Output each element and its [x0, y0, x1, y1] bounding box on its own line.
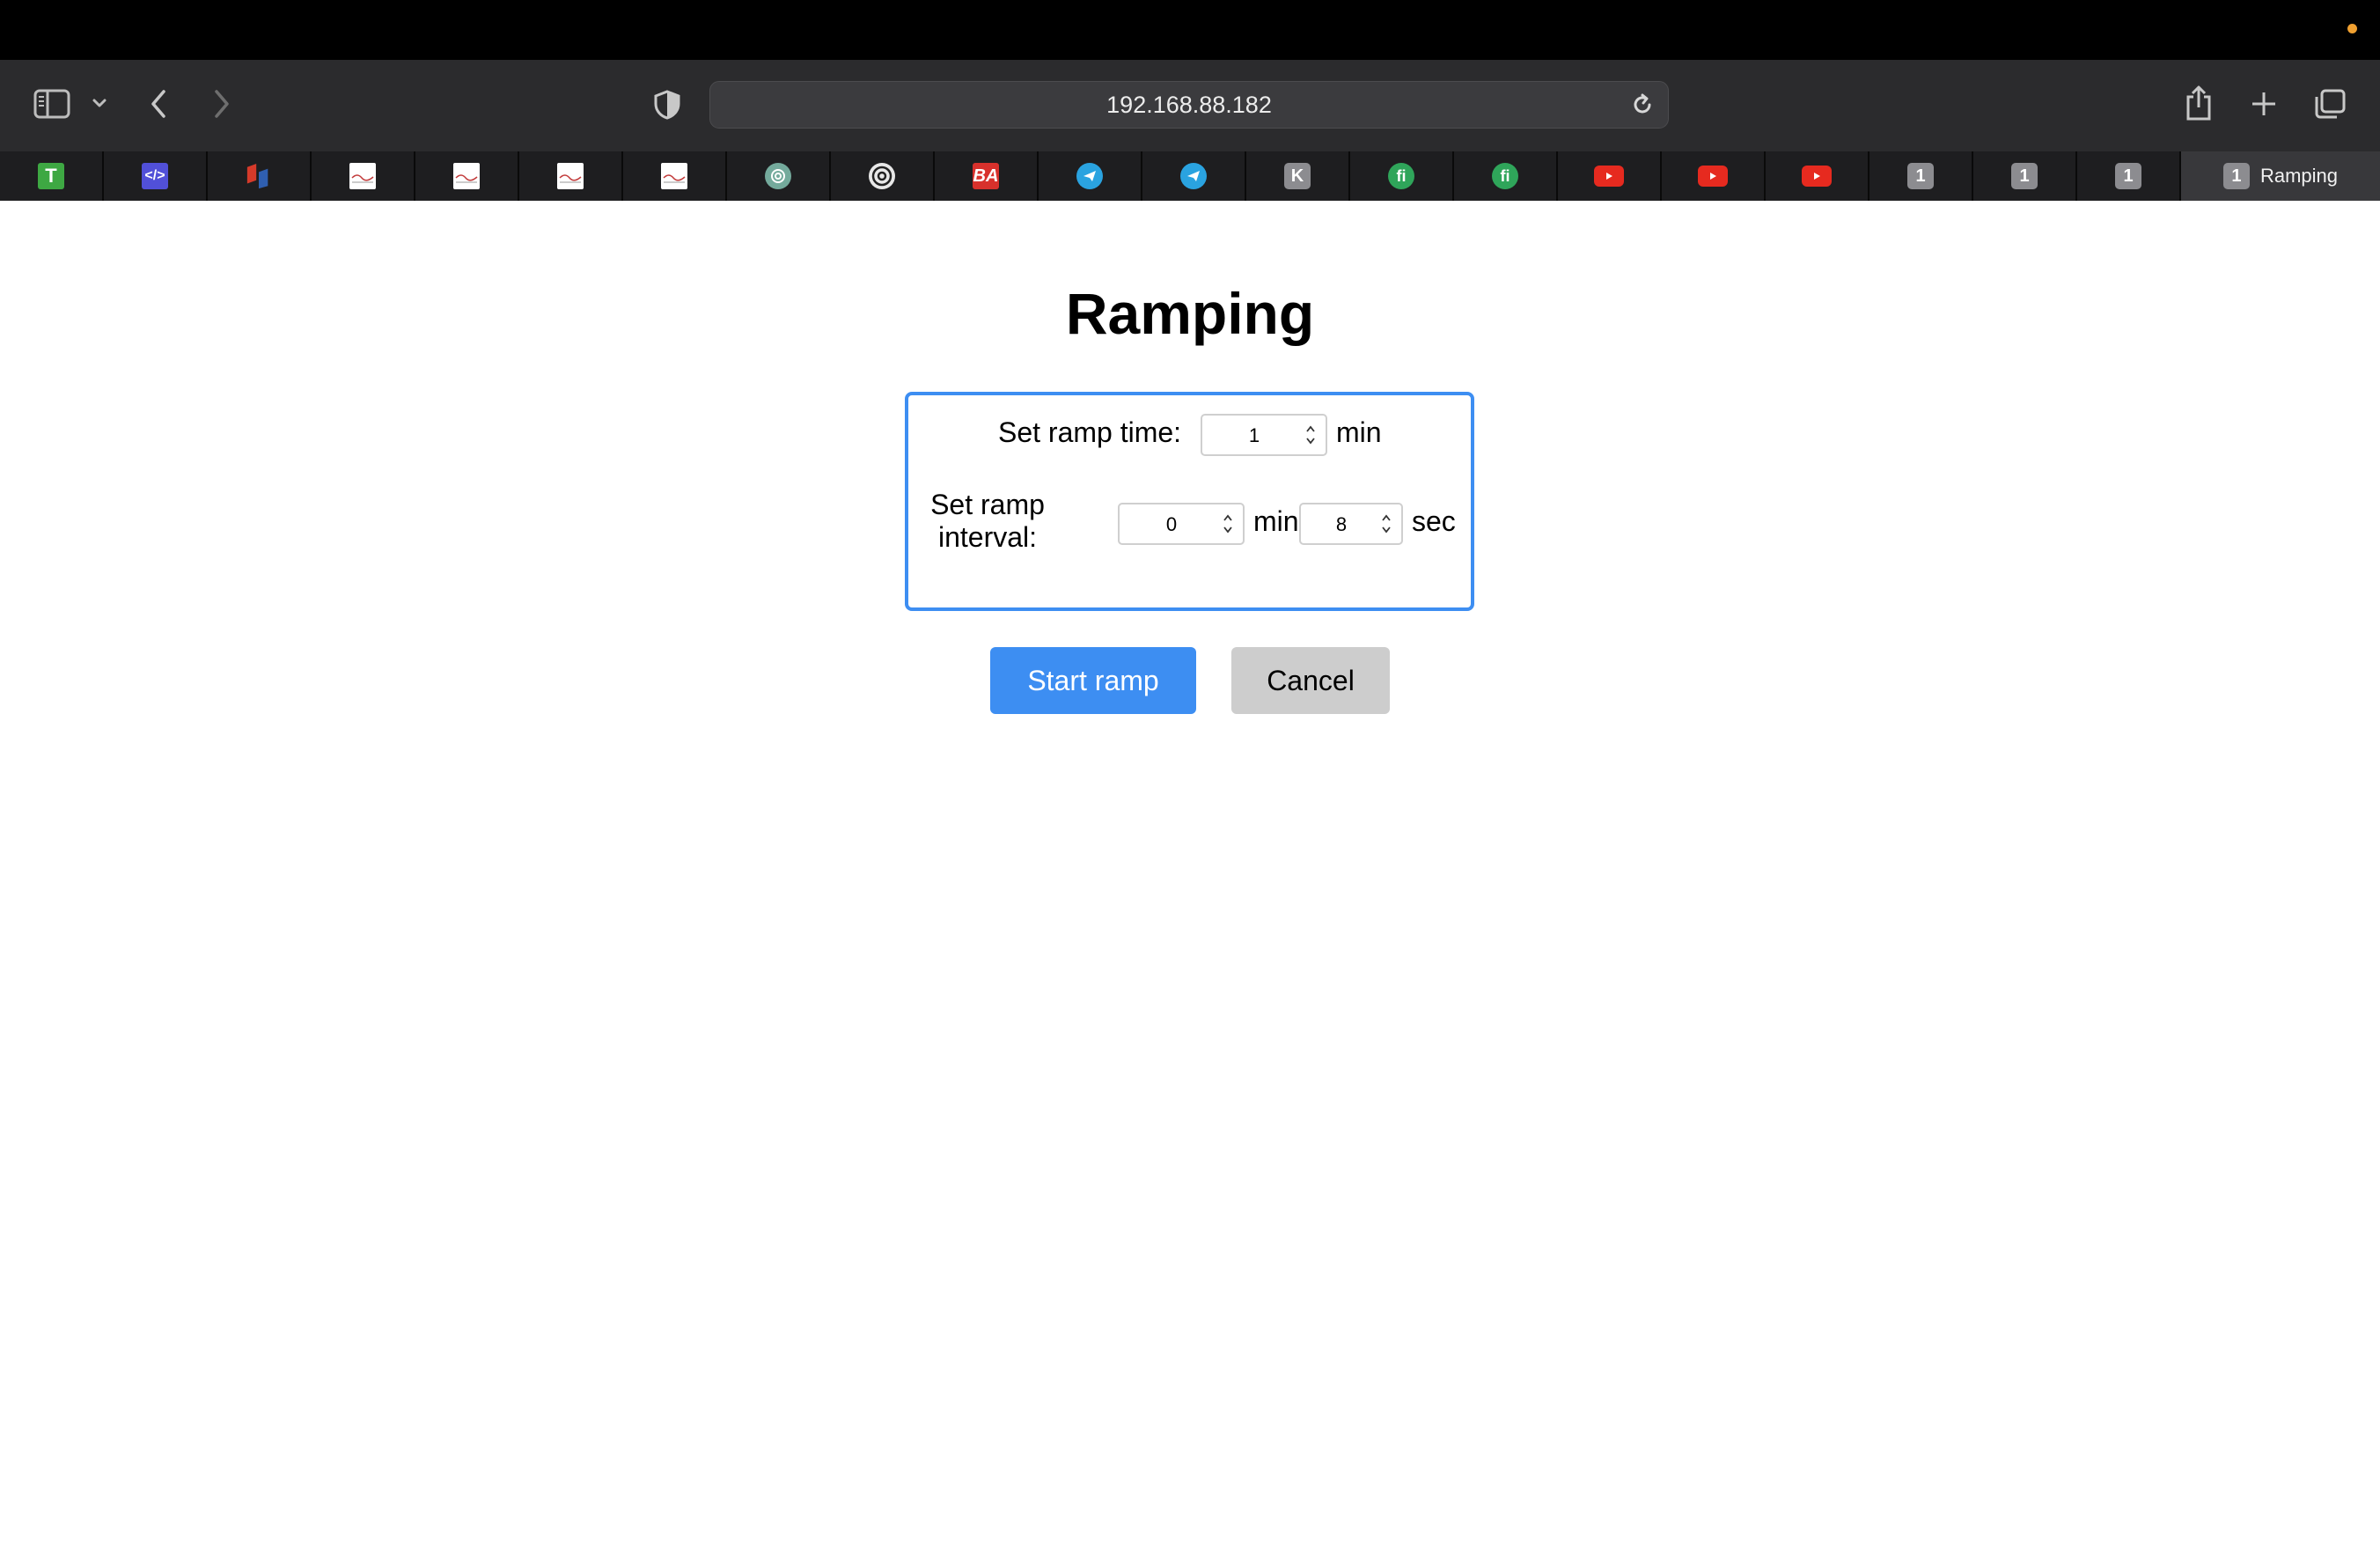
menu-bar	[0, 0, 2380, 60]
tab-at-sign[interactable]	[831, 151, 935, 201]
ramp-time-unit: min	[1336, 416, 1382, 448]
number-icon: 1	[2115, 163, 2141, 189]
ramp-interval-label-line2: interval:	[937, 521, 1038, 553]
ramp-interval-sec-input[interactable]: 8	[1299, 503, 1403, 545]
stepper-arrows-icon[interactable]	[1222, 512, 1234, 541]
tab-fi-2[interactable]: fi	[1454, 151, 1558, 201]
ba-icon: BA	[973, 163, 999, 189]
stepper-arrows-icon[interactable]	[1304, 423, 1317, 452]
ramp-interval-sec-unit: sec	[1412, 505, 1456, 537]
fi-icon: fi	[1492, 163, 1518, 189]
tab-youtube-1[interactable]	[1558, 151, 1662, 201]
ramp-settings-panel: Set ramp time: 1 min Set ramp interval: …	[905, 392, 1474, 611]
chatgpt-icon	[765, 163, 791, 189]
new-tab-plus-icon[interactable]	[2248, 88, 2280, 120]
tab-chart-1[interactable]	[312, 151, 415, 201]
telegram-icon	[1180, 163, 1207, 189]
tab-youtube-2[interactable]	[1662, 151, 1766, 201]
chevron-down-icon[interactable]	[92, 97, 107, 109]
page-title: Ramping	[1065, 281, 1315, 346]
chart-thumbnail-icon	[349, 163, 376, 189]
tab-chatgpt[interactable]	[727, 151, 831, 201]
sidebar-toggle-icon[interactable]	[33, 88, 72, 120]
tab-chart-3[interactable]	[519, 151, 623, 201]
stepper-arrows-icon[interactable]	[1380, 512, 1392, 541]
ramp-interval-sec-value: 8	[1335, 513, 1348, 535]
number-icon: 1	[2222, 163, 2250, 189]
tab-title: Ramping	[2259, 165, 2339, 187]
share-icon[interactable]	[2183, 84, 2215, 122]
tab-overview-icon[interactable]	[2313, 88, 2347, 120]
tab-red-blue[interactable]	[208, 151, 312, 201]
chart-thumbnail-icon	[557, 163, 584, 189]
ramp-time-value: 1	[1248, 424, 1260, 446]
tab-number-2[interactable]: 1	[1973, 151, 2077, 201]
tab-chart-2[interactable]	[415, 151, 519, 201]
code-icon: </>	[142, 163, 168, 189]
url-text: 192.168.88.182	[1106, 91, 1272, 118]
tab-k[interactable]: K	[1246, 151, 1350, 201]
tab-ba[interactable]: BA	[935, 151, 1039, 201]
browser-toolbar: 192.168.88.182	[0, 60, 2380, 151]
ramp-interval-label-line1: Set ramp	[930, 489, 1045, 520]
chart-thumbnail-icon	[661, 163, 687, 189]
recording-indicator-icon	[2347, 24, 2357, 33]
reload-icon[interactable]	[1629, 92, 1656, 124]
chart-thumbnail-icon	[453, 163, 480, 189]
telegram-icon	[1076, 163, 1103, 189]
tab-t[interactable]: T	[0, 151, 104, 201]
fi-icon: fi	[1388, 163, 1414, 189]
start-ramp-button[interactable]: Start ramp	[990, 647, 1196, 714]
k-icon: K	[1284, 163, 1311, 189]
privacy-shield-icon[interactable]	[651, 89, 683, 121]
ramp-interval-label: Set ramp interval:	[929, 489, 1046, 554]
tab-youtube-3[interactable]	[1766, 151, 1869, 201]
ramp-time-label: Set ramp time:	[998, 416, 1182, 448]
tab-telegram-1[interactable]	[1039, 151, 1142, 201]
back-arrow-icon[interactable]	[148, 88, 169, 120]
ramp-interval-min-input[interactable]: 0	[1118, 503, 1245, 545]
ramp-interval-min-value: 0	[1165, 513, 1178, 535]
address-bar[interactable]: 192.168.88.182	[709, 81, 1669, 129]
youtube-icon	[1594, 166, 1624, 187]
tab-number-1[interactable]: 1	[1869, 151, 1973, 201]
tab-fi-1[interactable]: fi	[1350, 151, 1454, 201]
forward-arrow-icon[interactable]	[211, 88, 232, 120]
ramp-interval-min-unit: min	[1253, 505, 1299, 537]
cancel-button[interactable]: Cancel	[1231, 647, 1390, 714]
tab-number-3[interactable]: 1	[2077, 151, 2181, 201]
number-icon: 1	[1907, 163, 1934, 189]
t-icon: T	[38, 163, 64, 189]
number-icon: 1	[2011, 163, 2038, 189]
youtube-icon	[1802, 166, 1832, 187]
at-sign-icon	[869, 163, 895, 189]
tab-ramping[interactable]: 1 Ramping	[2181, 151, 2380, 201]
tab-bar: T </> BA K fi fi 1 1 1 1 Ramping	[0, 151, 2380, 201]
tab-code[interactable]: </>	[104, 151, 208, 201]
red-blue-logo-icon	[246, 163, 272, 189]
ramp-time-input[interactable]: 1	[1201, 414, 1327, 456]
tab-telegram-2[interactable]	[1142, 151, 1246, 201]
tab-chart-4[interactable]	[623, 151, 727, 201]
youtube-icon	[1698, 166, 1728, 187]
